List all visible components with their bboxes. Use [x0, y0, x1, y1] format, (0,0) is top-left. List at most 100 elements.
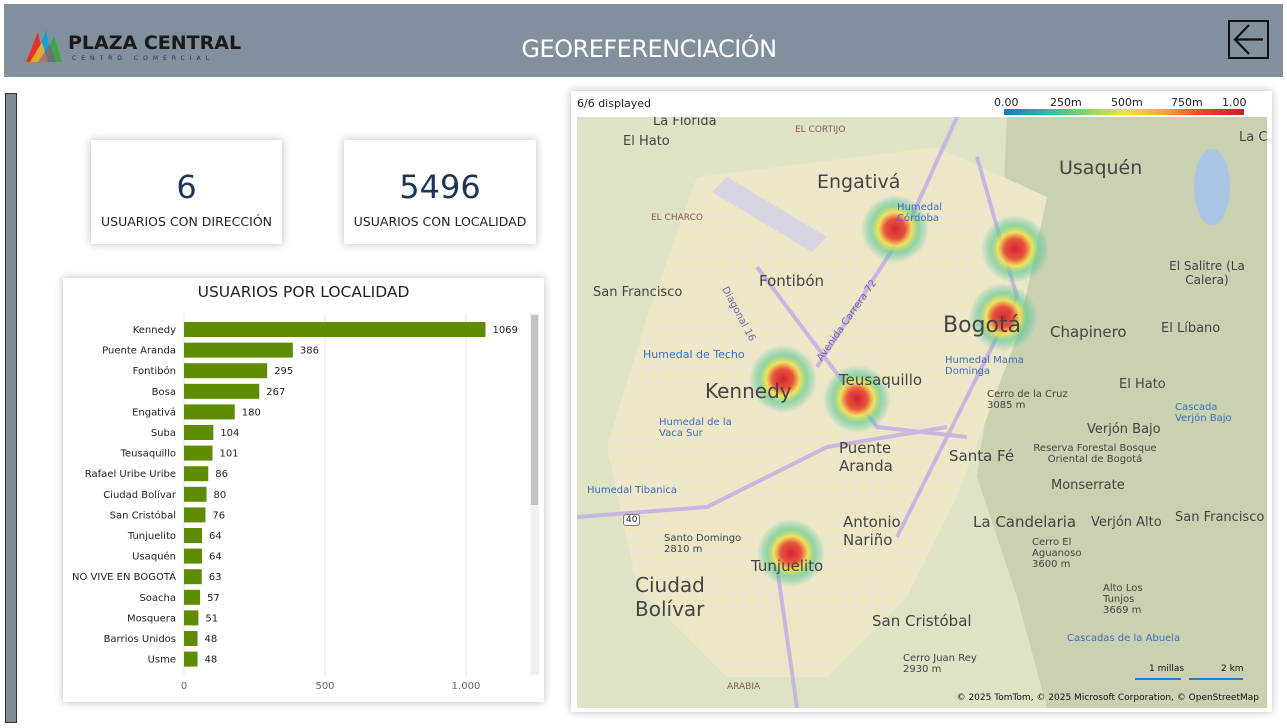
arrow-left-icon	[1233, 24, 1263, 55]
legend-label: 0.00	[994, 96, 1019, 109]
scale-label: 2 km	[1221, 664, 1244, 674]
category-label: Kennedy	[133, 325, 176, 336]
map-place-label: Cascada Verjón Bajo	[1175, 402, 1232, 424]
map-place-label: Verjón Alto	[1091, 515, 1162, 530]
data-label: 63	[209, 572, 222, 583]
map-place-label: Cascadas de la Abuela	[1067, 633, 1181, 644]
map-place-label: Humedal Mama Dominga	[945, 355, 1024, 377]
map-place-label: La Florida	[653, 117, 717, 129]
x-tick-label: 500	[315, 681, 334, 692]
map-status: 6/6 displayed	[577, 97, 652, 110]
map-place-label: Cerro Juan Rey 2930 m	[903, 653, 977, 675]
category-label: Bosa	[152, 387, 176, 398]
data-label: 76	[212, 510, 225, 521]
map-place-label: Cerro El Aguanoso 3600 m	[1032, 537, 1082, 570]
route-shield: 40	[623, 514, 641, 526]
map-place-label: El Hato	[1119, 377, 1166, 392]
map-place-label: Tunjuelito	[751, 557, 824, 575]
bar	[184, 651, 198, 667]
map-place-label: Humedal Córdoba	[897, 202, 943, 224]
map-place-label: Engativá	[817, 171, 901, 193]
map-place-label: San Francisco	[593, 285, 683, 300]
map-place-label: Reserva Forestal Bosque Oriental de Bogo…	[1033, 443, 1157, 465]
data-label: 48	[205, 655, 218, 666]
header-bar: PLAZA CENTRAL CENTRO COMERCIAL GEOREFERE…	[4, 4, 1283, 77]
map-place-label: El Líbano	[1161, 321, 1221, 336]
bar	[184, 342, 293, 358]
category-label: Fontibón	[133, 365, 176, 377]
data-label: 386	[300, 346, 319, 357]
map-place-label: Bogotá	[943, 313, 1022, 338]
bar	[184, 383, 260, 399]
category-label: Tunjuelito	[127, 531, 176, 542]
legend-label: 1.00	[1222, 96, 1247, 109]
bar	[184, 425, 214, 440]
category-label: Suba	[151, 428, 176, 439]
map-place-label: Santo Domingo 2810 m	[664, 533, 742, 555]
map-place-label: San Cristóbal	[872, 612, 972, 630]
map-place-label: Ciudad Bolívar	[635, 573, 705, 621]
map-place-label: Usaquén	[1059, 157, 1143, 179]
bar	[184, 548, 203, 564]
category-label: Engativá	[132, 406, 176, 418]
kpi-value: 6	[176, 168, 197, 206]
category-label: Teusaquillo	[120, 449, 176, 460]
back-button[interactable]	[1228, 20, 1269, 59]
map-place-label: Verjón Bajo	[1087, 422, 1161, 437]
category-label: Rafael Uribe Uribe	[85, 469, 176, 480]
brand-logo: PLAZA CENTRAL CENTRO COMERCIAL	[24, 26, 256, 66]
bar	[184, 445, 213, 461]
page-title: GEOREFERENCIACIÓN	[521, 35, 777, 63]
legend-label: 500m	[1111, 96, 1143, 109]
map-place-label: El Salitre (La Calera)	[1169, 259, 1245, 287]
category-label: NO VIVE EN BOGOTÁ	[72, 570, 176, 583]
map-place-label: Humedal de la Vaca Sur	[659, 417, 732, 439]
data-label: 104	[220, 428, 239, 439]
map-place-label: Cerro de la Cruz 3085 m	[987, 389, 1068, 411]
bar	[184, 631, 198, 646]
map-place-label: Kennedy	[705, 379, 792, 403]
category-label: Mosquera	[127, 613, 176, 624]
map-attribution[interactable]: © 2025 TomTom, © 2025 Microsoft Corporat…	[957, 693, 1259, 703]
scale-label: 1 millas	[1149, 664, 1185, 674]
map-place-label: Teusaquillo	[839, 371, 923, 389]
bar-chart: 0 500 1.000 Kennedy 1069 Puente Aranda 386 Font…	[72, 314, 518, 692]
kpi-card-direccion: 6 USUARIOS CON DIRECCIÓN	[91, 140, 282, 244]
legend-label: 250m	[1050, 96, 1082, 109]
data-label: 180	[242, 407, 261, 418]
bar	[184, 569, 202, 585]
category-label: Soacha	[139, 593, 176, 604]
logo-mark-icon	[26, 30, 62, 62]
bar	[184, 404, 235, 420]
bar	[184, 322, 486, 337]
bar-chart-card: USUARIOS POR LOCALIDAD 0 500 1.000 Kennedy 1…	[63, 278, 544, 702]
map-place-label: El Hato	[623, 134, 670, 149]
bar	[184, 589, 201, 605]
map-place-label: Humedal Tibanica	[587, 485, 677, 496]
map-place-label: Antonio Nariño	[843, 513, 901, 549]
data-label: 51	[205, 613, 218, 624]
side-scrollbar[interactable]	[5, 93, 17, 723]
data-label: 267	[266, 387, 285, 398]
map-place-label: Chapinero	[1050, 323, 1127, 341]
heatmap-map[interactable]: La Florida El Hato EL CORTIJO Engativá U…	[577, 117, 1267, 708]
category-label: Puente Aranda	[102, 346, 176, 357]
bar	[184, 466, 209, 482]
data-label: 57	[207, 593, 220, 604]
bar	[184, 610, 199, 626]
kpi-label: USUARIOS CON DIRECCIÓN	[100, 214, 273, 229]
chart-scrollbar-thumb[interactable]	[531, 315, 538, 505]
category-label: Usaquén	[132, 551, 176, 563]
map-place-label: Santa Fé	[949, 447, 1015, 465]
kpi-label: USUARIOS CON LOCALIDAD	[353, 214, 527, 229]
bar	[184, 528, 203, 543]
map-place-label: Puente Aranda	[839, 439, 893, 475]
category-label: Usme	[148, 655, 176, 666]
map-place-label: Alto Los Tunjos 3669 m	[1103, 583, 1143, 616]
map-place-label: La C	[1239, 130, 1267, 145]
map-place-label: San Francisco	[1175, 510, 1265, 525]
logo-name: PLAZA CENTRAL	[68, 32, 242, 54]
data-label: 1069	[492, 325, 517, 336]
category-label: Barrios Unidos	[104, 634, 176, 645]
x-tick-label: 0	[181, 681, 187, 692]
